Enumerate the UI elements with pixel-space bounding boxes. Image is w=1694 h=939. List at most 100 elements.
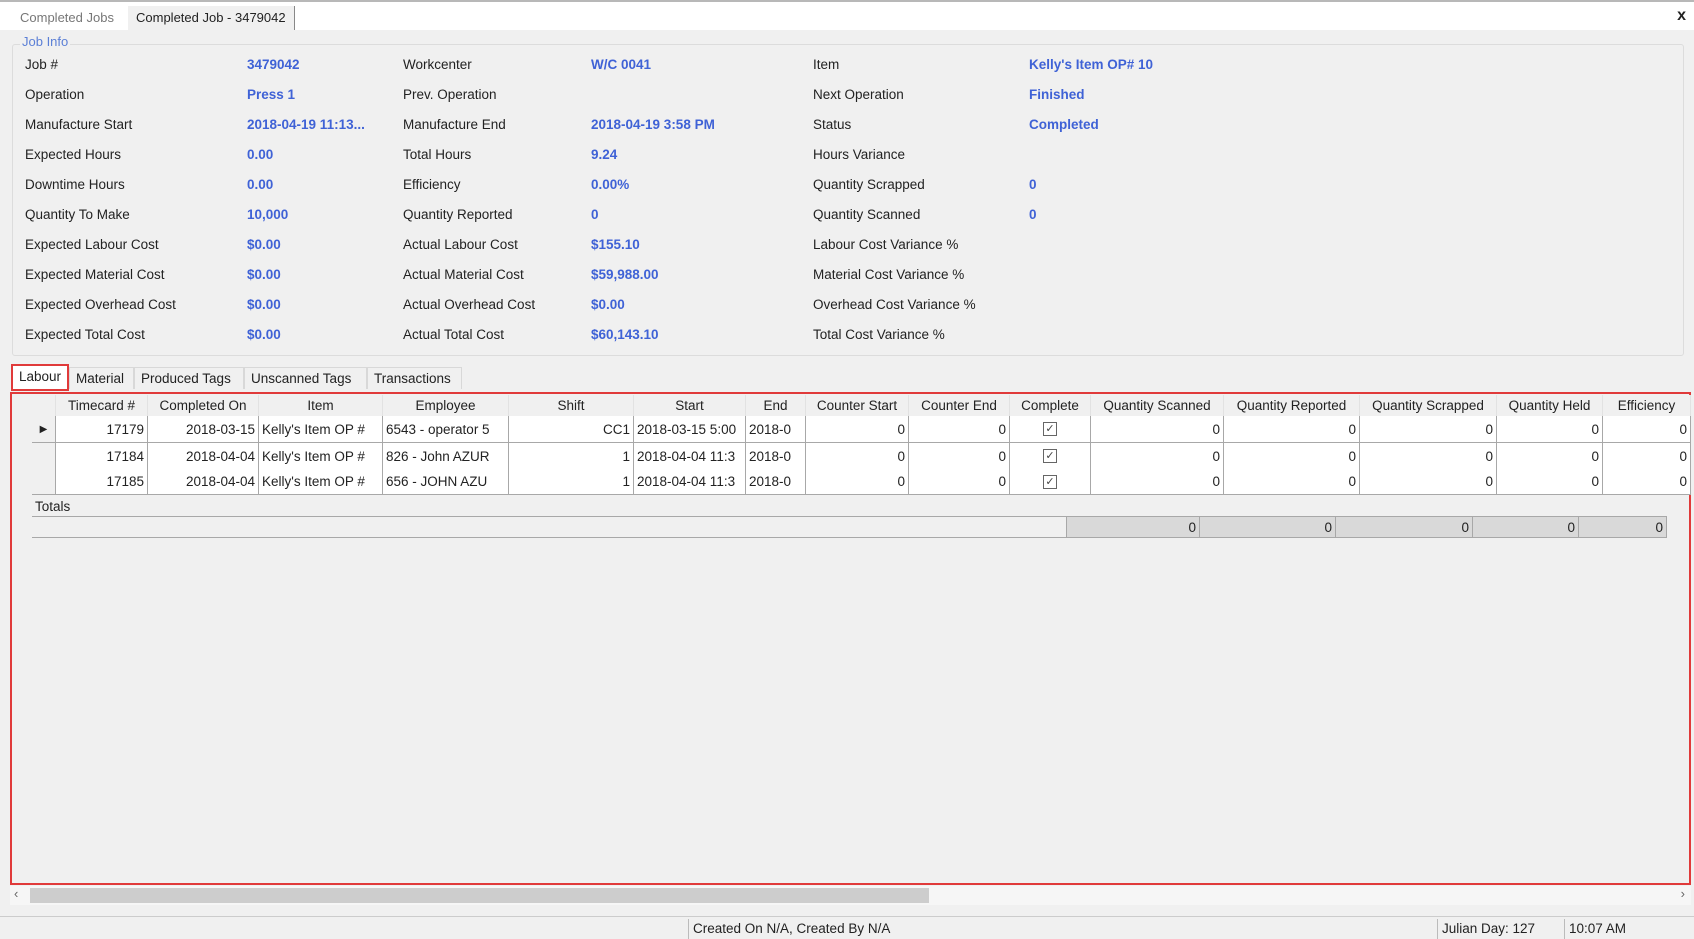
grid-header: Timecard # Completed On Item Employee Shift S… <box>32 395 1691 416</box>
field-label: Prev. Operation <box>403 87 497 102</box>
grid-cell: 0 <box>1603 416 1691 443</box>
column-header[interactable]: Completed On <box>148 395 259 416</box>
grid-cell: 0 <box>909 443 1010 470</box>
grid-cell: 0 <box>909 416 1010 443</box>
grid-cell: 2018-03-15 <box>148 416 259 443</box>
field-value: $0.00 <box>247 297 281 312</box>
field-value: W/C 0041 <box>591 57 652 72</box>
grid-cell: 17184 <box>56 443 148 470</box>
grid-cell: 2018-04-04 11:3 <box>634 469 746 495</box>
totals-row: 00000 <box>32 517 1667 538</box>
grid-cell: 2018-03-15 5:00 <box>634 416 746 443</box>
table-row[interactable]: 17184 2018-04-04 Kelly's Item OP #826 - Jo… <box>32 443 1691 470</box>
field-value: 0.00 <box>247 177 274 192</box>
grid-cell: 2018-04-04 <box>148 443 259 470</box>
tab-material[interactable]: Material <box>69 367 134 389</box>
field-value: $0.00 <box>247 267 281 282</box>
grid-cell: 0 <box>1360 416 1497 443</box>
grid-cell: 656 - JOHN AZU <box>383 469 509 495</box>
grid-cell: 0 <box>1497 416 1603 443</box>
grid-cell: 0 <box>1091 416 1224 443</box>
column-header[interactable]: Start <box>634 395 746 416</box>
column-header[interactable]: Item <box>259 395 383 416</box>
complete-checkbox-cell[interactable]: ✓ <box>1010 443 1091 470</box>
field-value: Kelly's Item OP# 10 <box>1029 57 1154 72</box>
column-header[interactable]: Employee <box>383 395 509 416</box>
current-row-arrow-icon[interactable]: ▶ <box>32 416 56 443</box>
field-label: Job # <box>25 57 59 72</box>
row-header-corner <box>32 395 56 416</box>
complete-checkbox-cell[interactable]: ✓ <box>1010 469 1091 495</box>
close-icon[interactable]: x <box>1677 7 1686 25</box>
field-label: Actual Total Cost <box>403 327 505 342</box>
grid-cell: 0 <box>1497 443 1603 470</box>
field-value: 0.00 <box>247 147 274 162</box>
field-label: Manufacture Start <box>25 117 133 132</box>
field-value: 2018-04-19 11:13... <box>247 117 365 132</box>
field-label: Labour Cost Variance % <box>813 237 959 252</box>
grid-cell: 0 <box>1091 443 1224 470</box>
tab-completed-job[interactable]: Completed Job - 3479042 <box>128 6 295 30</box>
column-header[interactable]: End <box>746 395 806 416</box>
scroll-right-icon[interactable]: › <box>1681 886 1685 901</box>
field-label: Material Cost Variance % <box>813 267 965 282</box>
grid-cell: Kelly's Item OP # <box>259 469 383 495</box>
checkbox-checked-icon[interactable]: ✓ <box>1043 449 1057 463</box>
grid-cell: 6543 - operator 5 <box>383 416 509 443</box>
field-label: Actual Labour Cost <box>403 237 518 252</box>
row-selector[interactable] <box>32 469 56 495</box>
tab-unscanned-tags[interactable]: Unscanned Tags <box>244 367 367 389</box>
column-header[interactable]: Shift <box>509 395 634 416</box>
table-row[interactable]: ▶ 17179 2018-03-15 Kelly's Item OP #6543 - … <box>32 416 1691 443</box>
column-header[interactable]: Quantity Reported <box>1224 395 1360 416</box>
complete-checkbox-cell[interactable]: ✓ <box>1010 416 1091 443</box>
field-label: Total Cost Variance % <box>813 327 945 342</box>
grid-cell: 0 <box>1224 443 1360 470</box>
totals-label-row: Totals <box>32 497 1667 517</box>
checkbox-checked-icon[interactable]: ✓ <box>1043 422 1057 436</box>
field-label: Expected Material Cost <box>25 267 165 282</box>
grid-cell: 826 - John AZUR <box>383 443 509 470</box>
grid-cell: 0 <box>806 443 909 470</box>
field-label: Operation <box>25 87 85 102</box>
julian-day: Julian Day: 127 <box>1437 919 1564 939</box>
tab-produced-tags[interactable]: Produced Tags <box>134 367 244 389</box>
total-value: 0 <box>1067 517 1200 538</box>
column-header[interactable]: Efficiency <box>1603 395 1691 416</box>
tab-completed-jobs[interactable]: Completed Jobs <box>12 6 122 30</box>
grid-cell: 0 <box>1603 443 1691 470</box>
table-row[interactable]: 17185 2018-04-04 Kelly's Item OP #656 - JO… <box>32 469 1691 495</box>
scrollbar-thumb[interactable] <box>30 888 929 903</box>
column-header[interactable]: Quantity Scanned <box>1091 395 1224 416</box>
field-value: $0.00 <box>247 327 281 342</box>
field-label: Status <box>813 117 852 132</box>
column-header[interactable]: Counter End <box>909 395 1010 416</box>
field-label: Quantity Scrapped <box>813 177 925 192</box>
grid-cell: 0 <box>1224 469 1360 495</box>
field-label: Expected Hours <box>25 147 122 162</box>
grid-cell: 0 <box>806 416 909 443</box>
grid-cell: 0 <box>1091 469 1224 495</box>
scroll-left-icon[interactable]: ‹ <box>14 886 18 901</box>
job-info-title: Job Info <box>20 34 71 49</box>
grid-cell: 2018-04-04 11:3 <box>634 443 746 470</box>
field-label: Manufacture End <box>403 117 506 132</box>
grid-cell: 0 <box>806 469 909 495</box>
tab-labour[interactable]: Labour <box>11 364 69 391</box>
column-header[interactable]: Quantity Scrapped <box>1360 395 1497 416</box>
grid-cell: 1 <box>509 443 634 470</box>
grid-cell: 17179 <box>56 416 148 443</box>
column-header[interactable]: Timecard # <box>56 395 148 416</box>
row-selector[interactable] <box>32 443 56 470</box>
column-header[interactable]: Complete <box>1010 395 1091 416</box>
column-header[interactable]: Counter Start <box>806 395 909 416</box>
grid-cell: 0 <box>1360 443 1497 470</box>
tab-transactions[interactable]: Transactions <box>367 367 462 389</box>
checkbox-checked-icon[interactable]: ✓ <box>1043 474 1057 489</box>
total-value: 0 <box>1336 517 1473 538</box>
column-header[interactable]: Quantity Held <box>1497 395 1603 416</box>
field-label: Total Hours <box>403 147 472 162</box>
grid-cell: 2018-04-04 <box>148 469 259 495</box>
field-label: Hours Variance <box>813 147 906 162</box>
field-label: Quantity Scanned <box>813 207 921 222</box>
